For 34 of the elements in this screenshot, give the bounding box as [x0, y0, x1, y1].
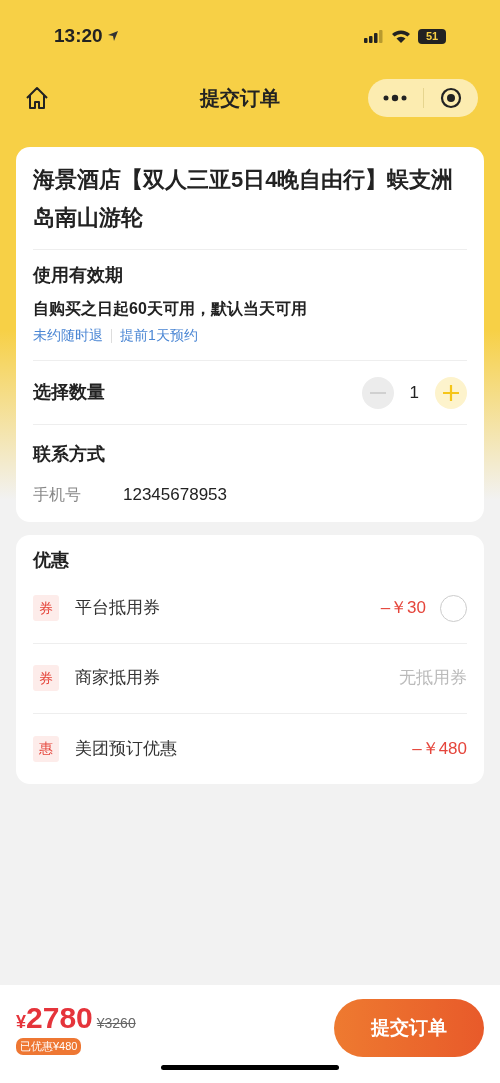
product-title: 海景酒店【双人三亚5日4晚自由行】蜈支洲岛南山游轮: [33, 166, 455, 232]
battery-indicator: 51: [418, 28, 446, 44]
phone-field[interactable]: 12345678953: [123, 482, 227, 508]
saved-badge: 已优惠¥480: [16, 1038, 82, 1055]
discount-heading: 优惠: [33, 548, 70, 572]
target-icon: [439, 87, 462, 109]
discount-badge: 券: [33, 595, 59, 621]
original-price: ¥3260: [96, 1014, 136, 1033]
total-price: 2780: [26, 1001, 93, 1035]
status-time: 13:20: [54, 23, 103, 48]
discount-badge: 券: [33, 665, 59, 691]
wifi-icon: [391, 29, 411, 43]
price-currency: ¥: [16, 1012, 26, 1034]
policy-tag: 未约随时退: [33, 325, 103, 346]
location-icon: [106, 30, 119, 42]
no-coupon-text: 无抵用券: [399, 667, 467, 690]
quantity-value: 1: [409, 381, 419, 404]
contact-heading: 联系方式: [33, 443, 106, 466]
quantity-label: 选择数量: [33, 381, 105, 404]
discount-label: 平台抵用券: [75, 597, 161, 620]
discount-badge: 惠: [33, 735, 59, 762]
discount-label: 商家抵用券: [75, 667, 161, 690]
phone-label: 手机号: [33, 484, 82, 505]
signal-icon: [364, 29, 384, 43]
plus-icon: [442, 383, 460, 402]
page-title: 提交订单: [200, 86, 280, 111]
discount-amount: –￥30: [380, 597, 426, 620]
more-icon: [383, 94, 408, 102]
discount-label: 美团预订优惠: [75, 737, 178, 760]
policy-tag: 提前1天预约: [120, 325, 198, 346]
home-icon: [24, 85, 50, 111]
validity-heading: 使用有效期: [33, 264, 124, 287]
discount-amount: –￥480: [412, 737, 467, 760]
validity-text: 自购买之日起60天可用，默认当天可用: [33, 299, 308, 319]
